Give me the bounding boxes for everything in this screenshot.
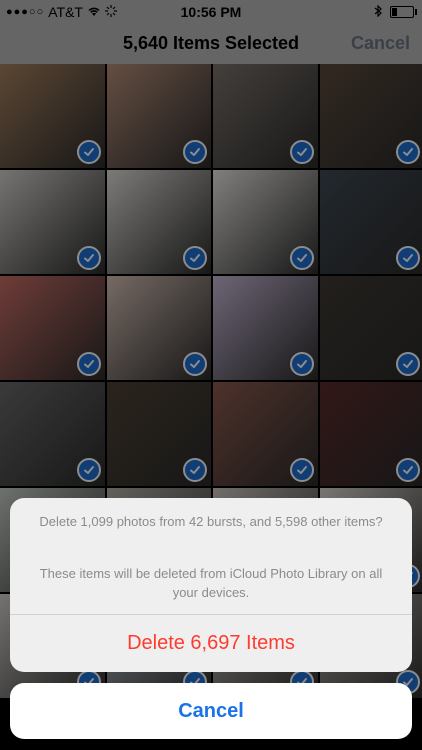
cancel-button[interactable]: Cancel [10,683,412,739]
action-sheet-message: Delete 1,099 photos from 42 bursts, and … [39,514,383,529]
delete-items-button[interactable]: Delete 6,697 Items [10,615,412,672]
action-sheet-icloud-note: These items will be deleted from iCloud … [39,566,383,600]
action-sheet: Delete 1,099 photos from 42 bursts, and … [10,498,412,672]
